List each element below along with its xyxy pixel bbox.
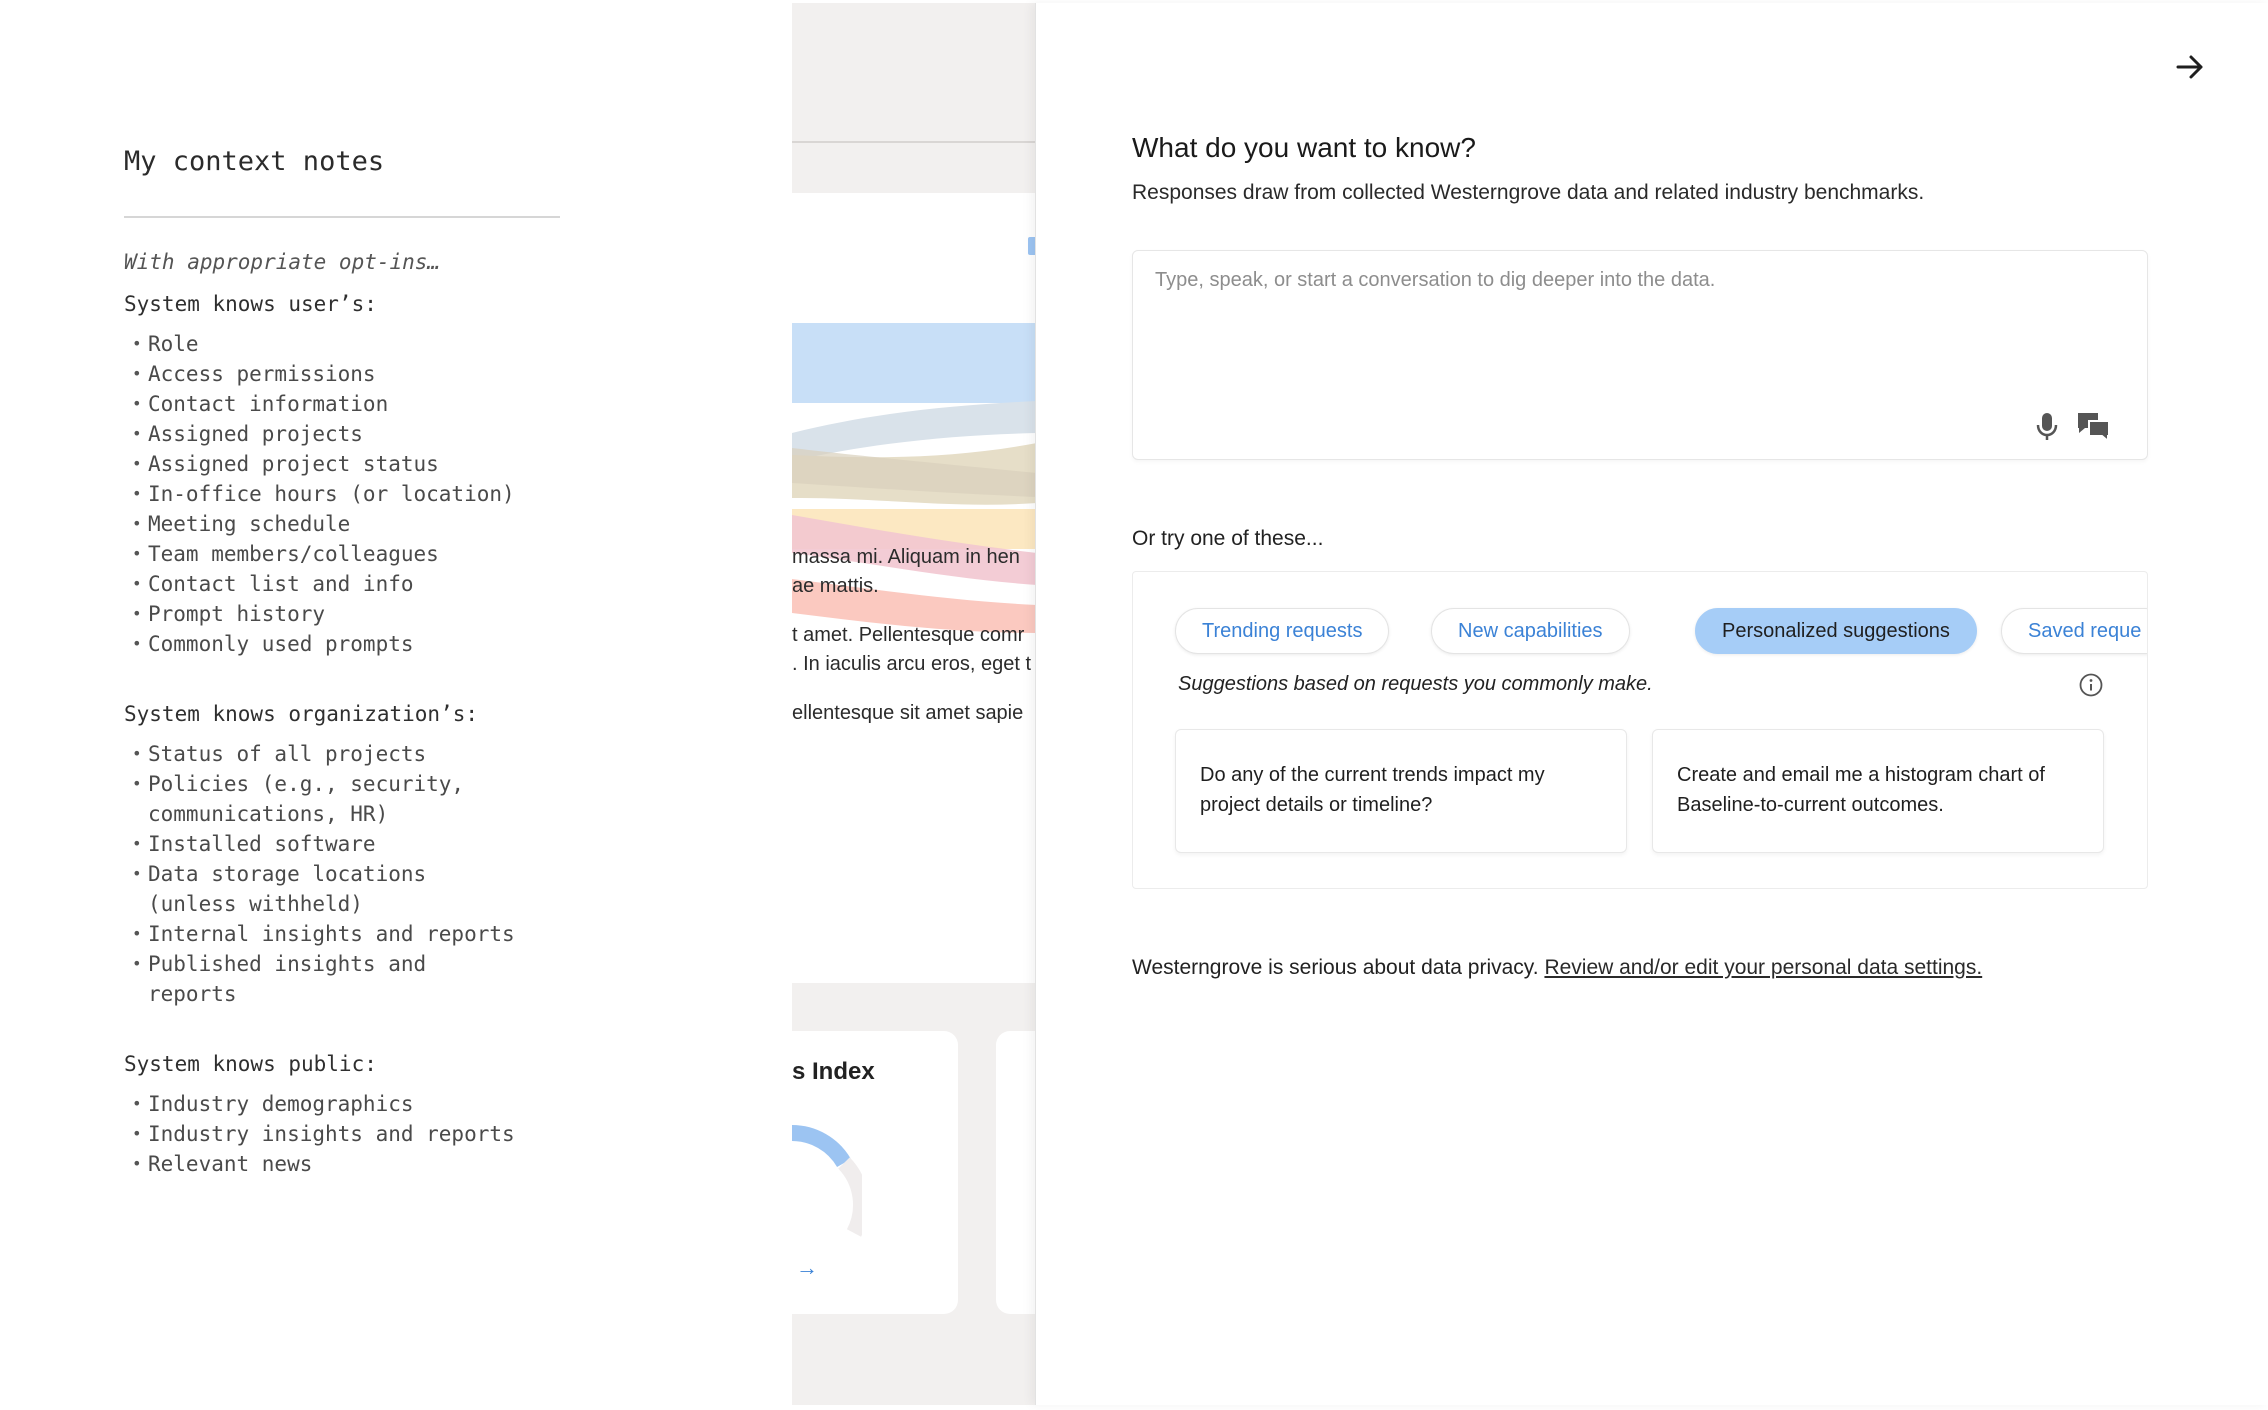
- list-item: Team members/colleagues: [124, 539, 684, 569]
- notes-divider: [124, 216, 560, 218]
- notes-section-heading: System knows public:: [124, 1052, 377, 1076]
- list-item: Industry demographics: [124, 1089, 684, 1119]
- notes-section-heading: System knows user’s:: [124, 292, 377, 316]
- query-input[interactable]: [1155, 269, 2095, 389]
- list-item: Industry insights and reports: [124, 1119, 684, 1149]
- background-text-line: ellentesque sit amet sapie: [792, 702, 1024, 724]
- arrow-right-icon[interactable]: →: [796, 1255, 818, 1281]
- notes-list: Industry demographics Industry insights …: [124, 1089, 684, 1179]
- background-text-line: t amet. Pellentesque comr: [792, 624, 1025, 646]
- background-dashboard: massa mi. Aliquam in hen ae mattis. t am…: [792, 3, 1037, 1405]
- notes-list: Status of all projects Policies (e.g., s…: [124, 739, 515, 1009]
- notes-title: My context notes: [124, 146, 385, 177]
- info-icon[interactable]: [2078, 672, 2104, 698]
- list-item: Status of all projects: [124, 739, 474, 769]
- list-item: Prompt history: [124, 599, 684, 629]
- query-box: [1132, 250, 2148, 460]
- list-item: Data storage locations (unless withheld): [124, 859, 474, 919]
- list-item: Commonly used prompts: [124, 629, 684, 659]
- suggestion-card[interactable]: Do any of the current trends impact my p…: [1175, 729, 1627, 853]
- list-item: Internal insights and reports: [124, 919, 515, 949]
- background-paragraph: t amet. Pellentesque comr . In iaculis a…: [792, 621, 1037, 679]
- notes-list: Role Access permissions Contact informat…: [124, 329, 684, 659]
- privacy-text: Westerngrove is serious about data priva…: [1132, 956, 1545, 979]
- background-paragraph: ellentesque sit amet sapie: [792, 699, 1037, 728]
- notes-section-heading: System knows organization’s:: [124, 702, 479, 726]
- list-item: Published insights and reports: [124, 949, 474, 1009]
- list-item: Role: [124, 329, 684, 359]
- list-item: Contact information: [124, 389, 684, 419]
- notes-section-organization: System knows organization’s: Status of a…: [124, 699, 684, 1009]
- privacy-settings-link[interactable]: Review and/or edit your personal data se…: [1544, 956, 1982, 979]
- list-item: Installed software: [124, 829, 474, 859]
- list-item: Assigned projects: [124, 419, 684, 449]
- list-item: Contact list and info: [124, 569, 684, 599]
- list-item: Meeting schedule: [124, 509, 684, 539]
- suggestions-caption: Suggestions based on requests you common…: [1178, 673, 1653, 695]
- chat-bubbles-icon[interactable]: [2073, 408, 2115, 444]
- gauge-chart: [792, 1124, 862, 1237]
- background-text-line: massa mi. Aliquam in hen: [792, 546, 1020, 568]
- context-notes-panel: My context notes With appropriate opt-in…: [0, 0, 792, 1410]
- background-text-line: ae mattis.: [792, 575, 879, 597]
- suggestion-card[interactable]: Create and email me a histogram chart of…: [1652, 729, 2104, 853]
- tab-saved-requests[interactable]: Saved reque: [2001, 608, 2147, 654]
- panel-subtitle: Responses draw from collected Westerngro…: [1132, 181, 1925, 204]
- list-item: Relevant news: [124, 1149, 684, 1179]
- list-item: Assigned project status: [124, 449, 684, 479]
- tab-trending-requests[interactable]: Trending requests: [1175, 608, 1390, 654]
- notes-section-user: System knows user’s: Role Access permiss…: [124, 289, 684, 659]
- index-title: s Index: [792, 1058, 875, 1085]
- list-item: In-office hours (or location): [124, 479, 684, 509]
- microphone-icon[interactable]: [2029, 408, 2065, 444]
- ask-panel: What do you want to know? Responses draw…: [1035, 3, 2268, 1405]
- background-text-line: . In iaculis arcu eros, eget t: [792, 653, 1032, 675]
- tab-personalized-suggestions[interactable]: Personalized suggestions: [1695, 608, 1977, 654]
- privacy-notice: Westerngrove is serious about data priva…: [1132, 956, 1982, 980]
- suggestion-tabs: Trending requests New capabilities Perso…: [1175, 608, 2147, 656]
- list-item: Policies (e.g., security, communications…: [124, 769, 474, 829]
- list-item: Access permissions: [124, 359, 684, 389]
- suggestions-box: Trending requests New capabilities Perso…: [1132, 571, 2148, 889]
- arrow-right-icon[interactable]: [2170, 47, 2210, 87]
- notes-section-public: System knows public: Industry demographi…: [124, 1049, 684, 1179]
- notes-body: With appropriate opt-ins… System knows u…: [124, 247, 684, 1179]
- panel-title: What do you want to know?: [1132, 132, 1476, 163]
- background-tile: [996, 1031, 1037, 1314]
- tab-new-capabilities[interactable]: New capabilities: [1431, 608, 1630, 654]
- notes-intro: With appropriate opt-ins…: [124, 250, 441, 274]
- background-paragraph: massa mi. Aliquam in hen ae mattis.: [792, 543, 1037, 601]
- suggestions-label: Or try one of these...: [1132, 527, 1324, 550]
- background-header: [792, 3, 1037, 143]
